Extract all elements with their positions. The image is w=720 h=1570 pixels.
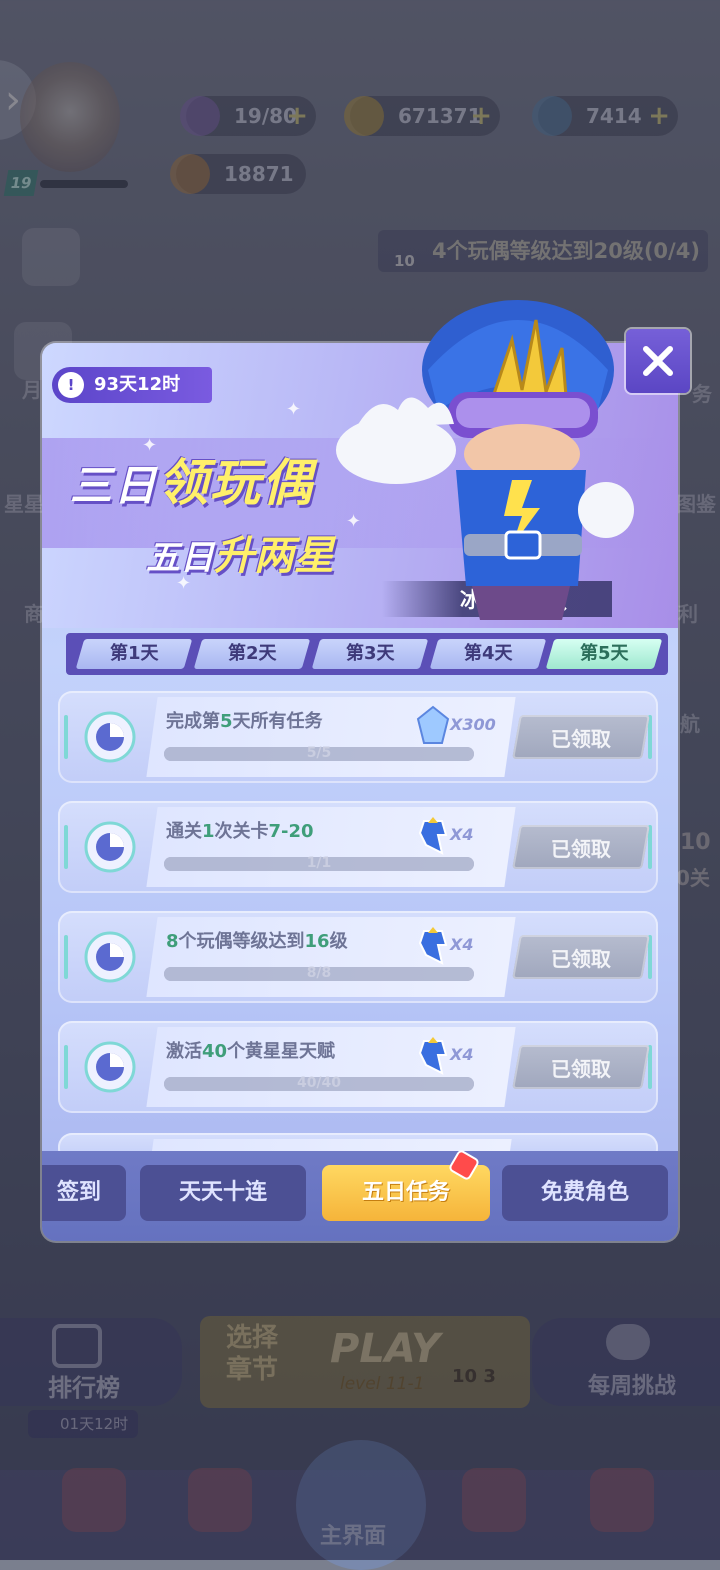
hero-piece-icon	[418, 927, 448, 965]
task-progress-text: 1/1	[306, 855, 332, 871]
close-button[interactable]	[626, 329, 690, 393]
claimed-button[interactable]: 已领取	[512, 1045, 650, 1089]
reward-quantity: X4	[450, 825, 474, 844]
task-card: 激活40个黄星星天赋 40/40 X4 已领取	[58, 1021, 658, 1113]
task-description: 完成第5天所有任务	[166, 711, 323, 732]
task-description: 激活40个黄星星天赋	[166, 1041, 336, 1062]
reward-quantity: X4	[450, 935, 474, 954]
tab-day-5[interactable]: 第5天	[545, 639, 663, 669]
task-description: 通关1次关卡7-20	[166, 821, 314, 842]
event-timer-badge: ! 93天12时	[52, 367, 212, 403]
claimed-button[interactable]: 已领取	[512, 825, 650, 869]
task-card: 8个玩偶等级达到16级 8/8 X4 已领取	[58, 911, 658, 1003]
task-description: 8个玩偶等级达到16级	[166, 931, 348, 952]
claimed-button[interactable]: 已领取	[512, 935, 650, 979]
tab-day-2[interactable]: 第2天	[193, 639, 311, 669]
tab-day-4[interactable]: 第4天	[429, 639, 547, 669]
task-medal-icon	[84, 821, 136, 873]
tab-daily-ten-pull[interactable]: 天天十连	[140, 1165, 306, 1221]
reward-quantity: X300	[450, 715, 496, 734]
tab-day-1[interactable]: 第1天	[75, 639, 193, 669]
task-progress-text: 8/8	[306, 965, 332, 981]
promo-title: 三日领玩偶	[70, 454, 315, 512]
crystal-icon	[416, 705, 450, 744]
task-card: 通关1次关卡7-20 1/1 X4 已领取	[58, 801, 658, 893]
task-medal-icon	[84, 711, 136, 763]
clock-icon: !	[58, 372, 84, 398]
hero-piece-icon	[418, 1037, 448, 1075]
tab-free-character[interactable]: 免费角色	[502, 1165, 668, 1221]
task-medal-icon	[84, 1041, 136, 1093]
claimed-button[interactable]: 已领取	[512, 715, 650, 759]
sparkle-icon: ✦	[286, 399, 302, 420]
tab-day-3[interactable]: 第3天	[311, 639, 429, 669]
reward-quantity: X4	[450, 1045, 474, 1064]
tab-sign-in[interactable]: 签到	[42, 1165, 126, 1221]
hero-piece-icon	[418, 817, 448, 855]
hero-character-illustration	[336, 300, 634, 620]
task-card: 完成第5天所有任务 5/5 X300 已领取	[58, 691, 658, 783]
task-progress-text: 40/40	[296, 1075, 342, 1091]
task-progress-text: 5/5	[306, 745, 332, 761]
task-medal-icon	[84, 931, 136, 983]
promo-subtitle: 五日升两星	[146, 533, 334, 579]
